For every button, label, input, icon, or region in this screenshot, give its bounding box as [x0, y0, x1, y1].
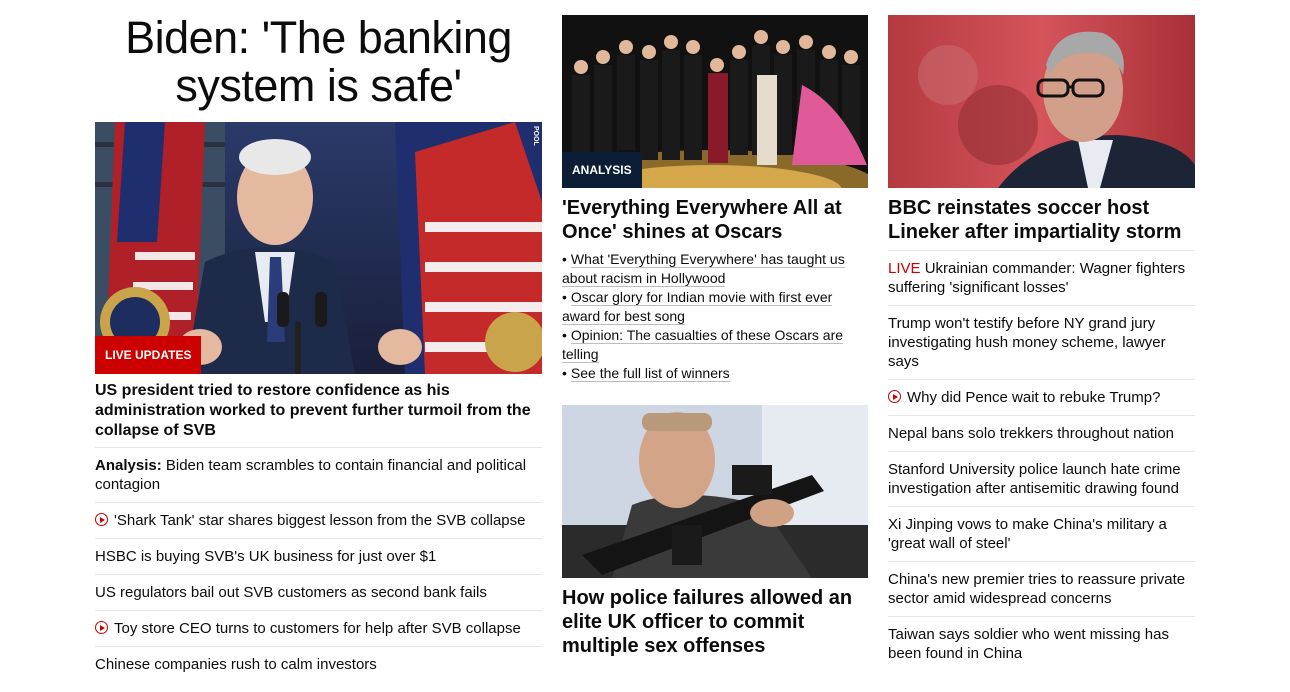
play-circle-icon — [888, 390, 901, 403]
item-text: 'Shark Tank' star shares biggest lesson … — [114, 512, 526, 529]
item-text: Ukrainian commander: Wagner fighters suf… — [888, 260, 1186, 296]
middle-column: ANALYSIS 'Everything Everywhere All at O… — [562, 0, 868, 668]
bullet-item: • Opinion: The casualties of these Oscars… — [562, 326, 868, 364]
item-prefix: Analysis: — [95, 457, 162, 474]
main-story-column: Biden: 'The banking system is safe' POOL… — [95, 0, 542, 682]
list-item[interactable]: Toy store CEO turns to customers for hel… — [95, 610, 542, 646]
bullet-item: • What 'Everything Everywhere' has taught… — [562, 250, 868, 288]
bullet-item: • See the full list of winners — [562, 364, 868, 383]
list-item[interactable]: US regulators bail out SVB customers as … — [95, 574, 542, 610]
bullet-link[interactable]: What 'Everything Everywhere' has taught … — [562, 251, 845, 287]
item-text: US regulators bail out SVB customers as … — [95, 584, 487, 601]
play-circle-icon — [95, 621, 108, 634]
live-tag: LIVE — [888, 260, 921, 277]
bullet-link[interactable]: Oscar glory for Indian movie with first … — [562, 289, 833, 325]
item-text: HSBC is buying SVB's UK business for jus… — [95, 548, 437, 565]
item-text: Nepal bans solo trekkers throughout nati… — [888, 425, 1175, 442]
police-headline[interactable]: How police failures allowed an elite UK … — [562, 586, 868, 658]
main-headline[interactable]: Biden: 'The banking system is safe' — [95, 14, 542, 114]
list-item[interactable]: Chinese companies rush to calm investors — [95, 646, 542, 682]
bullet-dot: • — [562, 289, 567, 305]
item-text: Why did Pence wait to rebuke Trump? — [907, 389, 1161, 406]
item-text: Toy store CEO turns to customers for hel… — [114, 620, 521, 637]
list-item[interactable]: Taiwan says soldier who went missing has… — [888, 616, 1195, 671]
play-circle-icon — [95, 513, 108, 526]
list-item[interactable]: Stanford University police launch hate c… — [888, 451, 1195, 506]
item-text: Trump won't testify before NY grand jury… — [888, 315, 1166, 370]
oscars-bullets: • What 'Everything Everywhere' has taught… — [562, 250, 868, 383]
bullet-dot: • — [562, 327, 567, 343]
right-column: BBC reinstates soccer host Lineker after… — [888, 0, 1195, 671]
bullet-dot: • — [562, 365, 567, 381]
bullet-item: • Oscar glory for Indian movie with first… — [562, 288, 868, 326]
list-item[interactable]: China's new premier tries to reassure pr… — [888, 561, 1195, 616]
list-item[interactable]: Trump won't testify before NY grand jury… — [888, 305, 1195, 379]
bullet-link[interactable]: See the full list of winners — [570, 365, 730, 382]
lineker-photo[interactable] — [888, 15, 1195, 188]
item-text: Xi Jinping vows to make China's military… — [888, 516, 1167, 552]
main-related-list: Analysis: Biden team scrambles to contai… — [95, 447, 542, 682]
list-item[interactable]: Analysis: Biden team scrambles to contai… — [95, 447, 542, 502]
list-item[interactable]: LIVE Ukrainian commander: Wagner fighter… — [888, 250, 1195, 305]
oscars-headline[interactable]: 'Everything Everywhere All at Once' shin… — [562, 196, 868, 244]
oscars-photo[interactable]: ANALYSIS — [562, 15, 868, 188]
live-updates-badge[interactable]: LIVE UPDATES — [95, 336, 202, 374]
analysis-badge[interactable]: ANALYSIS — [562, 152, 642, 188]
item-text: Chinese companies rush to calm investors — [95, 656, 377, 673]
list-item[interactable]: HSBC is buying SVB's UK business for jus… — [95, 538, 542, 574]
list-item[interactable]: Why did Pence wait to rebuke Trump? — [888, 379, 1195, 415]
bullet-link[interactable]: Opinion: The casualties of these Oscars … — [562, 327, 844, 363]
list-item[interactable]: 'Shark Tank' star shares biggest lesson … — [95, 502, 542, 538]
item-text: Taiwan says soldier who went missing has… — [888, 626, 1169, 662]
item-text: Stanford University police launch hate c… — [888, 461, 1181, 497]
main-lead-link[interactable]: US president tried to restore confidence… — [95, 381, 542, 441]
police-photo[interactable] — [562, 405, 868, 578]
lineker-headline[interactable]: BBC reinstates soccer host Lineker after… — [888, 196, 1195, 244]
list-item[interactable]: Nepal bans solo trekkers throughout nati… — [888, 415, 1195, 451]
photo-credit: POOL — [532, 126, 539, 146]
item-text: China's new premier tries to reassure pr… — [888, 571, 1186, 607]
biden-photo[interactable]: POOL LIVE UPDATES — [95, 122, 542, 374]
list-item[interactable]: Xi Jinping vows to make China's military… — [888, 506, 1195, 561]
bullet-dot: • — [562, 251, 567, 267]
right-related-list: LIVE Ukrainian commander: Wagner fighter… — [888, 250, 1195, 671]
